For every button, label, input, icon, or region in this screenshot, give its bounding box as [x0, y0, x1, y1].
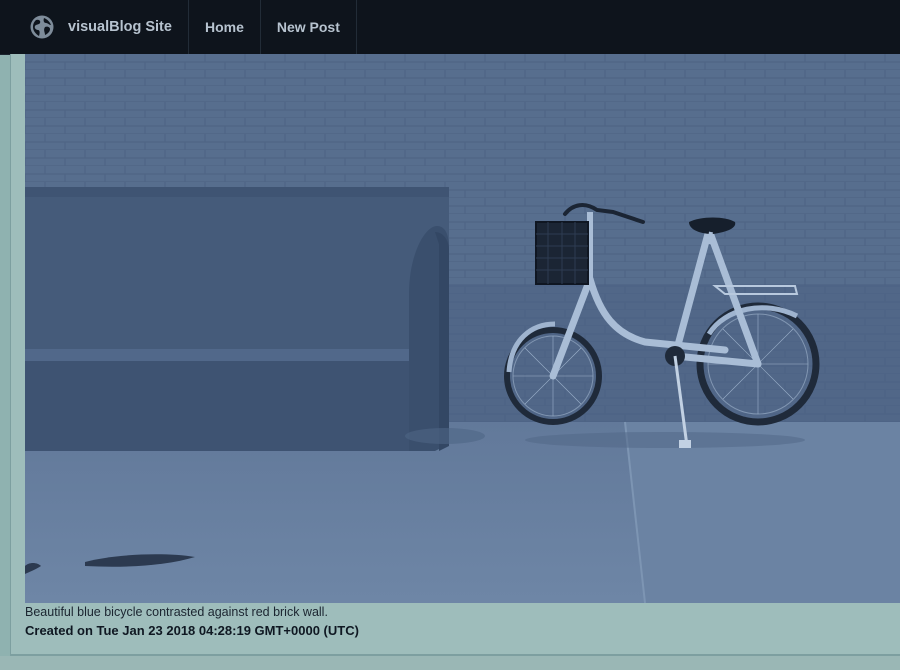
- nav-link-new-post[interactable]: New Post: [261, 0, 357, 54]
- post-created-date: Created on Tue Jan 23 2018 04:28:19 GMT+…: [25, 623, 359, 638]
- page-bottom-strip: [0, 656, 900, 670]
- post-card: Beautiful blue bicycle contrasted agains…: [10, 54, 900, 656]
- top-navbar: visualBlog Site Home New Post: [0, 0, 900, 55]
- post-caption: Beautiful blue bicycle contrasted agains…: [25, 605, 328, 619]
- globe-icon: [30, 15, 54, 39]
- post-image: [25, 54, 900, 603]
- brand-label: visualBlog Site: [68, 19, 172, 35]
- nav-link-home[interactable]: Home: [189, 0, 261, 54]
- brand-link[interactable]: visualBlog Site: [0, 0, 189, 54]
